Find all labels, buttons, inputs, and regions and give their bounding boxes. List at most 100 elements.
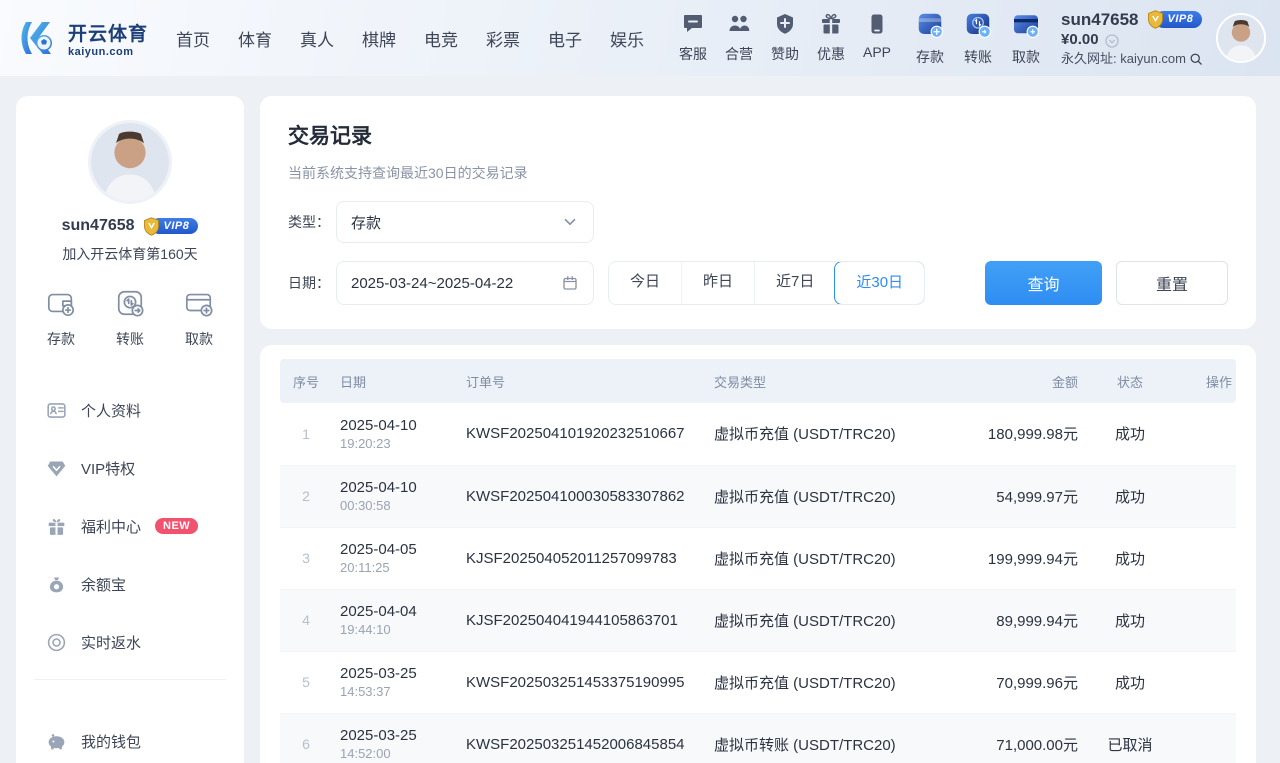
row-date: 2025-04-05	[340, 541, 450, 558]
welfare-icon	[46, 516, 67, 537]
wallet-shortcut-转账[interactable]: 转账	[961, 10, 995, 67]
row-time: 00:30:58	[340, 498, 450, 513]
cell-amount: 89,999.94元	[946, 589, 1086, 651]
transactions-card: 序号日期订单号交易类型金额状态操作 12025-04-1019:20:23KWS…	[260, 345, 1256, 763]
sidebar-wallet-menu: 我的钱包交易记录	[16, 712, 244, 763]
quick-action-label: 取款	[185, 329, 213, 349]
vip-badge: VIP8	[1145, 11, 1203, 28]
sidebar-item-label: 福利中心	[81, 516, 141, 537]
sponsor-icon	[773, 12, 797, 41]
row-date: 2025-04-10	[340, 479, 450, 496]
icon-shortcuts: 客服合营赞助优惠 APP	[679, 12, 891, 64]
reset-button[interactable]: 重置	[1116, 261, 1228, 305]
cell-type: 虚拟币充值 (USDT/TRC20)	[706, 465, 946, 527]
profile-icon	[46, 400, 67, 421]
nav-item-娱乐[interactable]: 娱乐	[610, 26, 644, 51]
cell-order: KJSF202504041944105863701	[458, 589, 706, 651]
cell-index: 6	[280, 713, 332, 763]
vip-shield-icon	[141, 216, 162, 237]
search-button[interactable]: 查询	[985, 261, 1102, 305]
transfer-3d-icon	[961, 10, 995, 45]
cell-order: KWSF202503251453375190995	[458, 651, 706, 713]
sidebar-item-label: 实时返水	[81, 632, 141, 653]
sidebar-item-个人资料[interactable]: 个人资料	[16, 381, 244, 439]
transactions-body: 12025-04-1019:20:23KWSF20250410192023251…	[280, 403, 1236, 763]
sidebar-vip-badge: VIP8	[141, 218, 199, 235]
avatar[interactable]	[1216, 13, 1266, 63]
cell-type: 虚拟币充值 (USDT/TRC20)	[706, 589, 946, 651]
cell-date: 2025-04-0419:44:10	[332, 589, 458, 651]
chevron-down-icon	[561, 213, 579, 231]
sidebar-item-福利中心[interactable]: 福利中心 NEW	[16, 497, 244, 555]
cell-type: 虚拟币充值 (USDT/TRC20)	[706, 651, 946, 713]
sidebar-item-余额宝[interactable]: 余额宝	[16, 555, 244, 613]
quick-range-group: 今日昨日近7日近30日	[608, 261, 925, 305]
filter-card: 交易记录 当前系统支持查询最近30日的交易记录 类型： 存款 日期： 2025-…	[260, 96, 1256, 329]
range-button-昨日[interactable]: 昨日	[681, 261, 754, 305]
wallet-shortcut-取款[interactable]: 取款	[1009, 10, 1043, 67]
table-row: 52025-03-2514:53:37KWSF20250325145337519…	[280, 651, 1236, 713]
date-range-value: 2025-03-24~2025-04-22	[351, 275, 561, 292]
calendar-icon	[561, 274, 579, 292]
date-range-input[interactable]: 2025-03-24~2025-04-22	[336, 261, 594, 305]
vip-shield-icon	[1145, 9, 1166, 30]
wallet-shortcut-label: 转账	[964, 47, 992, 67]
cell-status: 成功	[1086, 651, 1174, 713]
sidebar-item-label: 余额宝	[81, 574, 126, 595]
sidebar-quick-存款[interactable]: 存款	[46, 288, 76, 349]
nav-item-真人[interactable]: 真人	[300, 26, 334, 51]
range-button-今日[interactable]: 今日	[609, 261, 681, 305]
new-badge: NEW	[155, 518, 198, 534]
range-button-近30日[interactable]: 近30日	[834, 261, 925, 305]
nav-item-体育[interactable]: 体育	[238, 26, 272, 51]
brand-logo[interactable]: 开云体育 kaiyun.com	[16, 16, 154, 60]
row-date: 2025-03-25	[340, 665, 450, 682]
shortcut-优惠[interactable]: 优惠	[817, 12, 845, 64]
sidebar-item-label: VIP特权	[81, 458, 135, 479]
sidebar-quick-actions: 存款转账取款	[16, 288, 244, 349]
wallet-shortcuts: 存款转账取款	[913, 10, 1043, 67]
wallet-shortcut-存款[interactable]: 存款	[913, 10, 947, 67]
sidebar-item-label: 个人资料	[81, 400, 141, 421]
range-button-近7日[interactable]: 近7日	[754, 261, 835, 305]
cell-index: 2	[280, 465, 332, 527]
profile-avatar[interactable]	[88, 120, 172, 204]
vip-icon	[46, 458, 67, 479]
cell-index: 4	[280, 589, 332, 651]
table-row: 42025-04-0419:44:10KJSF20250404194410586…	[280, 589, 1236, 651]
column-header-状态: 状态	[1086, 359, 1174, 403]
withdraw-outline-icon	[184, 288, 214, 323]
row-time: 19:20:23	[340, 436, 450, 451]
shortcut-label: 赞助	[771, 44, 799, 64]
nav-item-彩票[interactable]: 彩票	[486, 26, 520, 51]
sidebar-quick-取款[interactable]: 取款	[184, 288, 214, 349]
shortcut-APP[interactable]: APP	[863, 12, 891, 64]
sidebar-item-我的钱包[interactable]: 我的钱包	[16, 712, 244, 763]
sidebar-username: sun47658	[62, 217, 135, 235]
transfer-outline-icon	[115, 288, 145, 323]
shortcut-赞助[interactable]: 赞助	[771, 12, 799, 64]
nav-item-电子[interactable]: 电子	[548, 26, 582, 51]
sidebar-item-VIP特权[interactable]: VIP特权	[16, 439, 244, 497]
shortcut-合营[interactable]: 合营	[725, 12, 753, 64]
shortcut-客服[interactable]: 客服	[679, 12, 707, 64]
row-time: 14:53:37	[340, 684, 450, 699]
cell-action	[1174, 651, 1236, 713]
search-icon[interactable]	[1189, 52, 1204, 67]
sidebar-item-实时返水[interactable]: 实时返水	[16, 613, 244, 671]
cell-order: KWSF202503251452006845854	[458, 713, 706, 763]
transactions-table: 序号日期订单号交易类型金额状态操作 12025-04-1019:20:23KWS…	[280, 359, 1236, 763]
cell-amount: 199,999.94元	[946, 527, 1086, 589]
nav-item-棋牌[interactable]: 棋牌	[362, 26, 396, 51]
nav-item-电竞[interactable]: 电竞	[424, 26, 458, 51]
app-icon	[865, 12, 889, 41]
cell-type: 虚拟币充值 (USDT/TRC20)	[706, 527, 946, 589]
type-select[interactable]: 存款	[336, 201, 594, 243]
deposit-outline-icon	[46, 288, 76, 323]
nav-item-首页[interactable]: 首页	[176, 26, 210, 51]
sidebar-quick-转账[interactable]: 转账	[115, 288, 145, 349]
cell-amount: 54,999.97元	[946, 465, 1086, 527]
brand-name: 开云体育	[68, 19, 148, 46]
cell-action	[1174, 403, 1236, 465]
refresh-balance-icon[interactable]	[1104, 33, 1120, 49]
